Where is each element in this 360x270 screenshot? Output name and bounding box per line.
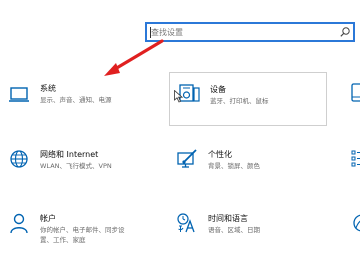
phone-icon[interactable] [348,82,360,104]
mouse-pointer-icon [174,90,183,103]
tile-subtitle: 蓝牙、打印机、鼠标 [210,97,269,105]
tile-title: 设备 [210,85,226,94]
search-box[interactable] [145,22,355,42]
gaming-icon[interactable] [348,212,360,234]
laptop-icon [9,87,29,102]
tile-accounts[interactable]: 帐户 你的帐户、电子邮件、同步设 置、工作、家庭 [8,210,158,254]
red-arrow-annotation [104,39,164,76]
tile-title: 系统 [40,84,56,93]
person-icon [10,213,28,234]
search-icon[interactable] [339,26,351,38]
tile-subtitle-line1: 你的帐户、电子邮件、同步设 [40,226,125,234]
apps-list-icon[interactable] [348,148,360,170]
tile-devices[interactable]: 设备 蓝牙、打印机、鼠标 [169,72,327,126]
settings-home: 系统 显示、声音、通知、电源 设备 蓝牙、打印机、鼠标 网络和 Internet… [0,0,360,270]
tile-title: 帐户 [40,214,56,223]
tile-title: 个性化 [208,150,232,159]
tile-title: 网络和 Internet [40,150,99,159]
tile-system[interactable]: 系统 显示、声音、通知、电源 [8,80,158,130]
tile-subtitle: 显示、声音、通知、电源 [40,96,112,104]
tile-subtitle: 背景、锁屏、颜色 [208,162,260,170]
tile-network[interactable]: 网络和 Internet WLAN、飞行模式、VPN [8,146,158,186]
tile-subtitle: 语音、区域、日期 [208,226,260,234]
tile-time-language[interactable]: 时间和语言 语音、区域、日期 [176,210,326,254]
tile-title: 时间和语言 [208,214,248,223]
search-input[interactable] [151,25,341,39]
globe-icon [10,150,28,168]
tile-subtitle-line2: 置、工作、家庭 [40,236,86,244]
tile-subtitle: WLAN、飞行模式、VPN [40,162,112,170]
time-language-icon [177,213,195,233]
paintbrush-icon [177,149,197,168]
tile-personalization[interactable]: 个性化 背景、锁屏、颜色 [176,146,326,186]
